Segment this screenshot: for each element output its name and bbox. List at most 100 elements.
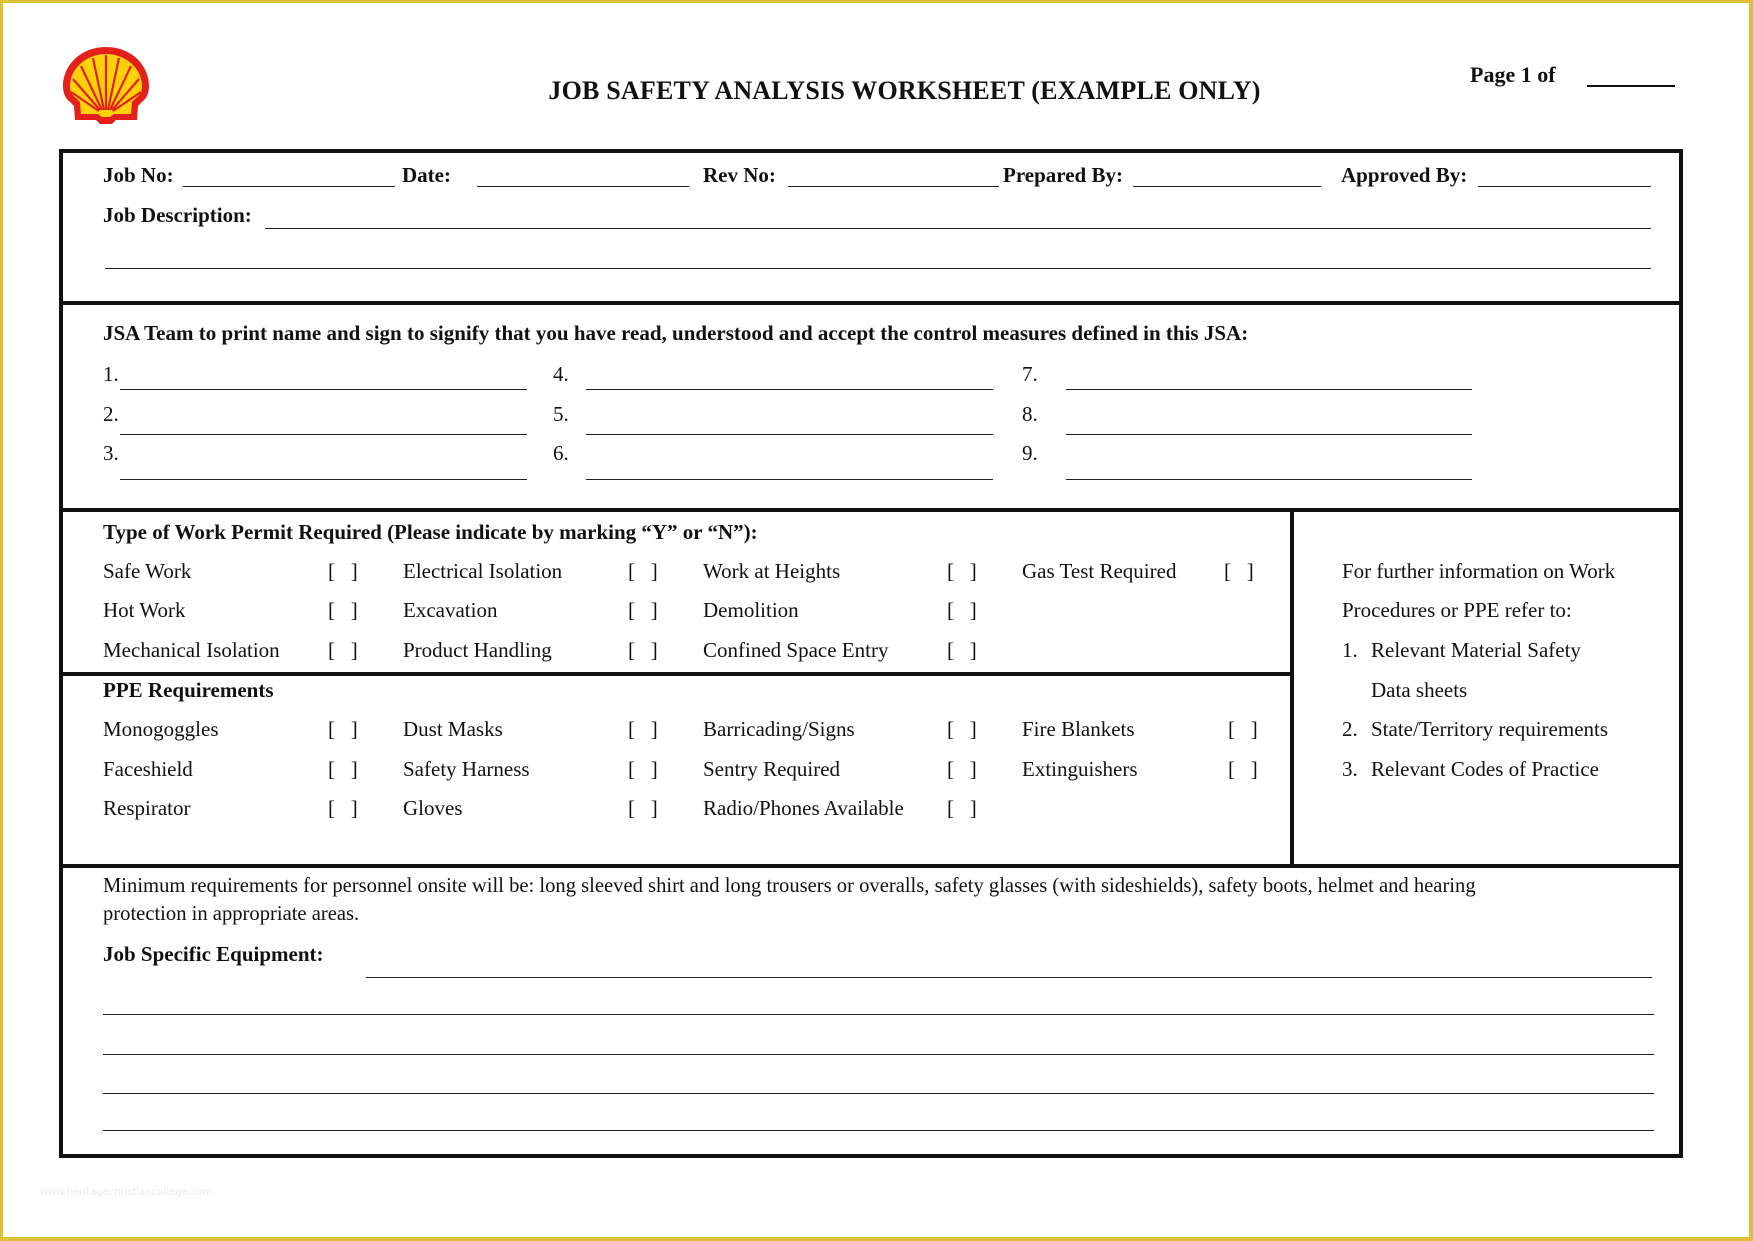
job-description-label: Job Description: (103, 203, 252, 227)
team-member-field[interactable] (120, 434, 527, 435)
ppe-checkbox[interactable]: [ ] (947, 717, 977, 742)
section-divider (59, 864, 1683, 868)
info-ref-number: 1. (1342, 638, 1358, 662)
permit-label: Work at Heights (703, 559, 841, 583)
info-ref-text: Relevant Material Safety (1371, 638, 1581, 662)
permit-checkbox[interactable]: [ ] (947, 559, 977, 584)
ppe-checkbox[interactable]: [ ] (628, 757, 658, 782)
section-divider (59, 672, 1293, 676)
ppe-heading: PPE Requirements (103, 678, 274, 702)
info-ref-number: 3. (1342, 757, 1358, 781)
date-field[interactable] (477, 186, 689, 187)
team-member-field[interactable] (586, 434, 993, 435)
job-description-field-line-2[interactable] (105, 268, 1651, 269)
job-specific-equipment-field-line[interactable] (103, 1130, 1654, 1131)
info-ref-text-continued: Data sheets (1371, 678, 1468, 702)
job-specific-equipment-field-line[interactable] (103, 1014, 1654, 1015)
ppe-checkbox[interactable]: [ ] (947, 757, 977, 782)
job-specific-equipment-field[interactable] (366, 977, 1652, 978)
permit-checkbox[interactable]: [ ] (628, 638, 658, 663)
job-description-field[interactable] (265, 228, 1651, 229)
permits-heading: Type of Work Permit Required (Please ind… (103, 520, 758, 544)
ppe-label: Gloves (403, 796, 463, 820)
ppe-label: Sentry Required (703, 757, 841, 781)
team-member-field[interactable] (586, 479, 993, 480)
team-member-number: 1. (103, 362, 119, 386)
team-member-field[interactable] (120, 479, 527, 480)
ppe-checkbox[interactable]: [ ] (328, 796, 358, 821)
ppe-checkbox[interactable]: [ ] (328, 717, 358, 742)
job-no-label: Job No: (103, 163, 174, 187)
team-member-number: 2. (103, 402, 119, 426)
permit-checkbox[interactable]: [ ] (1224, 559, 1254, 584)
ppe-label: Dust Masks (403, 717, 503, 741)
permit-label: Mechanical Isolation (103, 638, 280, 662)
ppe-checkbox[interactable]: [ ] (328, 757, 358, 782)
ppe-label: Barricading/Signs (703, 717, 855, 741)
job-no-field[interactable] (183, 186, 395, 187)
permit-checkbox[interactable]: [ ] (947, 638, 977, 663)
info-box-divider (1290, 508, 1294, 868)
info-ref-text: Relevant Codes of Practice (1371, 757, 1600, 781)
prepared-by-field[interactable] (1133, 186, 1321, 187)
permit-label: Demolition (703, 598, 799, 622)
permit-checkbox[interactable]: [ ] (947, 598, 977, 623)
team-member-number: 3. (103, 441, 119, 465)
ppe-label: Fire Blankets (1022, 717, 1135, 741)
permit-label: Electrical Isolation (403, 559, 563, 583)
ppe-checkbox[interactable]: [ ] (1228, 757, 1258, 782)
ppe-checkbox[interactable]: [ ] (1228, 717, 1258, 742)
permit-checkbox[interactable]: [ ] (628, 559, 658, 584)
job-specific-equipment-field-line[interactable] (103, 1093, 1654, 1094)
team-member-field[interactable] (120, 389, 527, 390)
permit-label: Confined Space Entry (703, 638, 889, 662)
team-member-field[interactable] (1066, 434, 1472, 435)
ppe-checkbox[interactable]: [ ] (628, 717, 658, 742)
ppe-label: Faceshield (103, 757, 193, 781)
watermark: www.heritagechristiancollege.com (40, 1187, 213, 1198)
rev-no-label: Rev No: (703, 163, 776, 187)
ppe-checkbox[interactable]: [ ] (628, 796, 658, 821)
ppe-label: Radio/Phones Available (703, 796, 904, 820)
job-specific-equipment-label: Job Specific Equipment: (103, 942, 324, 966)
ppe-label: Extinguishers (1022, 757, 1138, 781)
team-member-number: 5. (553, 402, 569, 426)
section-divider (59, 301, 1683, 305)
page-total-field[interactable] (1587, 85, 1675, 87)
ppe-label: Monogoggles (103, 717, 219, 741)
team-member-number: 9. (1022, 441, 1038, 465)
job-specific-equipment-field-line[interactable] (103, 1054, 1654, 1055)
permit-checkbox[interactable]: [ ] (328, 638, 358, 663)
minimum-requirements-text: Minimum requirements for personnel onsit… (103, 875, 1476, 897)
page-number-label: Page 1 of (1470, 62, 1556, 87)
team-member-number: 8. (1022, 402, 1038, 426)
minimum-requirements-text-continued: protection in appropriate areas. (103, 903, 360, 925)
date-label: Date: (402, 163, 451, 187)
permit-label: Hot Work (103, 598, 186, 622)
permit-checkbox[interactable]: [ ] (328, 598, 358, 623)
info-intro-line-2: Procedures or PPE refer to: (1342, 598, 1572, 622)
ppe-checkbox[interactable]: [ ] (947, 796, 977, 821)
ppe-label: Respirator (103, 796, 191, 820)
permit-label: Product Handling (403, 638, 552, 662)
team-member-number: 4. (553, 362, 569, 386)
permit-checkbox[interactable]: [ ] (328, 559, 358, 584)
team-member-field[interactable] (1066, 479, 1472, 480)
approved-by-label: Approved By: (1341, 163, 1468, 187)
info-ref-number: 2. (1342, 717, 1358, 741)
info-ref-text: State/Territory requirements (1371, 717, 1609, 741)
info-intro-line-1: For further information on Work (1342, 559, 1616, 583)
permit-label: Excavation (403, 598, 498, 622)
permit-checkbox[interactable]: [ ] (628, 598, 658, 623)
rev-no-field[interactable] (788, 186, 999, 187)
team-instruction: JSA Team to print name and sign to signi… (103, 321, 1249, 345)
team-member-number: 6. (553, 441, 569, 465)
team-member-field[interactable] (586, 389, 993, 390)
ppe-label: Safety Harness (403, 757, 530, 781)
approved-by-field[interactable] (1478, 186, 1651, 187)
team-member-field[interactable] (1066, 389, 1472, 390)
permit-label: Safe Work (103, 559, 192, 583)
prepared-by-label: Prepared By: (1003, 163, 1123, 187)
team-member-number: 7. (1022, 362, 1038, 386)
section-divider (59, 508, 1683, 512)
